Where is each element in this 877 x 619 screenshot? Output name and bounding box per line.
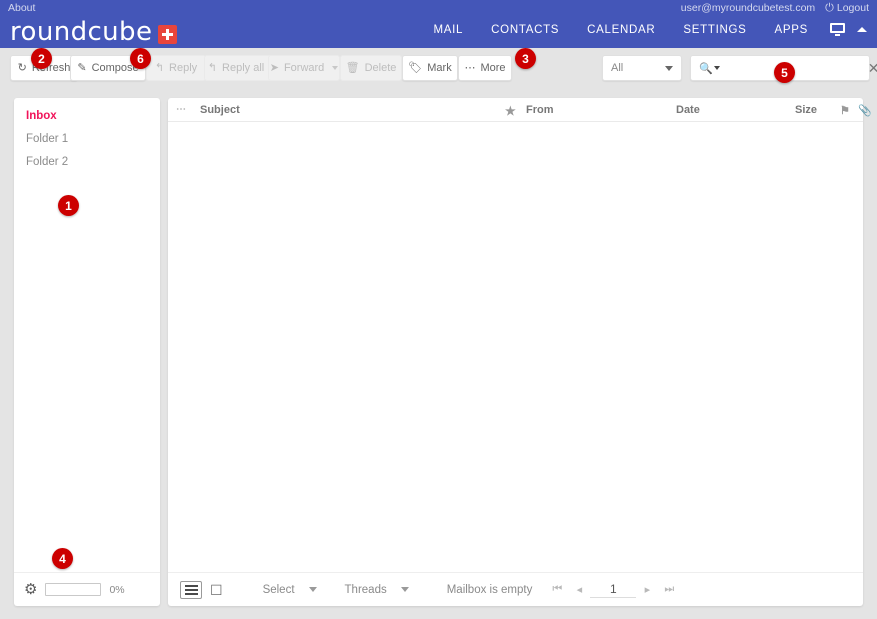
nav-item-apps[interactable]: APPS bbox=[761, 24, 822, 36]
user-email: user@myroundcubetest.com bbox=[680, 2, 816, 14]
sidebar-footer: ⚙ 0% bbox=[14, 572, 160, 606]
next-page-button[interactable]: ▸ bbox=[636, 583, 658, 596]
nav-icons bbox=[822, 23, 869, 36]
annotation-badge-1: 1 bbox=[58, 195, 79, 216]
message-view-icon[interactable]: ☐ bbox=[210, 583, 223, 597]
logout-label: Logout bbox=[836, 2, 869, 14]
pencil-icon: ✎ bbox=[77, 61, 87, 74]
power-icon: ⏻ bbox=[825, 1, 834, 14]
quota-label: 0% bbox=[109, 583, 125, 596]
column-header-size[interactable]: Size bbox=[795, 104, 817, 116]
search-icon[interactable]: 🔍 bbox=[699, 62, 720, 75]
search-scope-select[interactable]: All bbox=[602, 55, 682, 81]
nav-item-contacts[interactable]: CONTACTS bbox=[477, 24, 573, 36]
folder-list: Inbox Folder 1 Folder 2 bbox=[14, 98, 160, 173]
message-list-panel: ⋯ Subject ★ From Date Size ⚑ 📎 ☐ Select … bbox=[168, 98, 872, 606]
mark-label: Mark bbox=[427, 62, 452, 74]
chevron-up-icon[interactable] bbox=[857, 27, 867, 32]
app-header: About user@myroundcubetest.com ⏻ Logout … bbox=[0, 0, 877, 48]
gear-icon[interactable]: ⚙ bbox=[24, 582, 37, 597]
more-label: More bbox=[480, 62, 506, 74]
mark-button[interactable]: 🏷 Mark bbox=[402, 55, 458, 81]
paperclip-icon[interactable]: 📎 bbox=[858, 104, 872, 117]
forward-icon: ➤ bbox=[269, 61, 279, 74]
list-options-icon[interactable]: ⋯ bbox=[176, 104, 187, 115]
flag-icon[interactable]: ⚑ bbox=[840, 104, 850, 117]
star-icon[interactable]: ★ bbox=[505, 104, 516, 118]
brand-logo[interactable]: roundcube bbox=[10, 17, 178, 47]
folder-label: Folder 1 bbox=[26, 132, 69, 145]
page-number-input[interactable]: 1 bbox=[590, 582, 637, 598]
annotation-badge-2: 2 bbox=[31, 48, 52, 69]
message-list-header: ⋯ Subject ★ From Date Size ⚑ 📎 bbox=[168, 98, 872, 122]
user-area: user@myroundcubetest.com ⏻ Logout bbox=[681, 2, 869, 14]
column-header-from[interactable]: From bbox=[526, 104, 554, 116]
nav-item-mail[interactable]: MAIL bbox=[420, 24, 478, 36]
reply-all-label: Reply all bbox=[222, 62, 265, 74]
select-label: Select bbox=[262, 583, 295, 596]
forward-label: Forward bbox=[283, 62, 325, 74]
more-icon: ⋯ bbox=[464, 61, 476, 74]
column-header-subject[interactable]: Subject bbox=[200, 104, 240, 116]
chevron-down-icon bbox=[308, 587, 317, 592]
main-navigation: MAIL CONTACTS CALENDAR SETTINGS APPS bbox=[420, 23, 869, 36]
sidebar-item-folder-2[interactable]: Folder 2 bbox=[14, 150, 160, 173]
chevron-down-icon[interactable] bbox=[332, 66, 339, 70]
search-scope-value: All bbox=[611, 62, 624, 74]
chevron-down-icon bbox=[400, 587, 409, 592]
refresh-icon: ↻ bbox=[17, 61, 27, 74]
folder-label: Folder 2 bbox=[26, 155, 69, 168]
message-list-body[interactable] bbox=[168, 122, 863, 572]
annotation-badge-6: 6 bbox=[130, 48, 151, 69]
reply-all-icon: ↰ bbox=[207, 61, 218, 74]
select-dropdown[interactable]: Select bbox=[263, 584, 317, 596]
nav-item-calendar[interactable]: CALENDAR bbox=[573, 24, 669, 36]
first-page-button[interactable]: ⏮ bbox=[546, 583, 568, 596]
plus-badge-icon bbox=[158, 24, 178, 44]
message-list-footer: ☐ Select Threads Mailbox is empty ⏮ ◂ 1 … bbox=[168, 572, 863, 606]
list-view-icon[interactable] bbox=[180, 580, 202, 599]
sidebar-item-folder-1[interactable]: Folder 1 bbox=[14, 127, 160, 150]
threads-dropdown[interactable]: Threads bbox=[345, 584, 409, 596]
sidebar-item-inbox[interactable]: Inbox bbox=[14, 104, 160, 127]
delete-button[interactable]: 🗑 Delete bbox=[340, 55, 402, 81]
about-link[interactable]: About bbox=[8, 2, 35, 14]
forward-button[interactable]: ➤ Forward bbox=[268, 55, 340, 81]
threads-label: Threads bbox=[344, 583, 387, 596]
more-button[interactable]: ⋯ More bbox=[458, 55, 512, 81]
last-page-button[interactable]: ⏭ bbox=[658, 583, 680, 596]
chevron-down-icon bbox=[713, 66, 720, 70]
annotation-badge-5: 5 bbox=[774, 62, 795, 83]
quota-bar bbox=[45, 583, 102, 596]
reply-label: Reply bbox=[169, 62, 198, 74]
close-icon[interactable]: ✕ bbox=[868, 61, 877, 75]
folder-sidebar: Inbox Folder 1 Folder 2 ⚙ 0% bbox=[14, 98, 160, 606]
logout-button[interactable]: ⏻ Logout bbox=[825, 2, 869, 14]
chevron-down-icon bbox=[665, 65, 673, 71]
tag-icon: 🏷 bbox=[408, 61, 423, 74]
trash-icon: 🗑 bbox=[345, 61, 360, 74]
reply-button[interactable]: ↰ Reply bbox=[146, 55, 206, 81]
delete-label: Delete bbox=[364, 62, 397, 74]
pagination: Mailbox is empty ⏮ ◂ 1 ▸ ⏭ bbox=[447, 582, 681, 598]
brand-name: roundcube bbox=[10, 17, 153, 47]
column-header-date[interactable]: Date bbox=[676, 104, 700, 116]
annotation-badge-4: 4 bbox=[52, 548, 73, 569]
prev-page-button[interactable]: ◂ bbox=[568, 583, 590, 596]
reply-icon: ↰ bbox=[154, 61, 165, 74]
search-input[interactable] bbox=[725, 62, 868, 74]
folder-label: Inbox bbox=[26, 109, 57, 122]
mailbox-status: Mailbox is empty bbox=[446, 583, 533, 596]
annotation-badge-3: 3 bbox=[515, 48, 536, 69]
monitor-icon[interactable] bbox=[830, 23, 845, 36]
nav-item-settings[interactable]: SETTINGS bbox=[669, 24, 760, 36]
